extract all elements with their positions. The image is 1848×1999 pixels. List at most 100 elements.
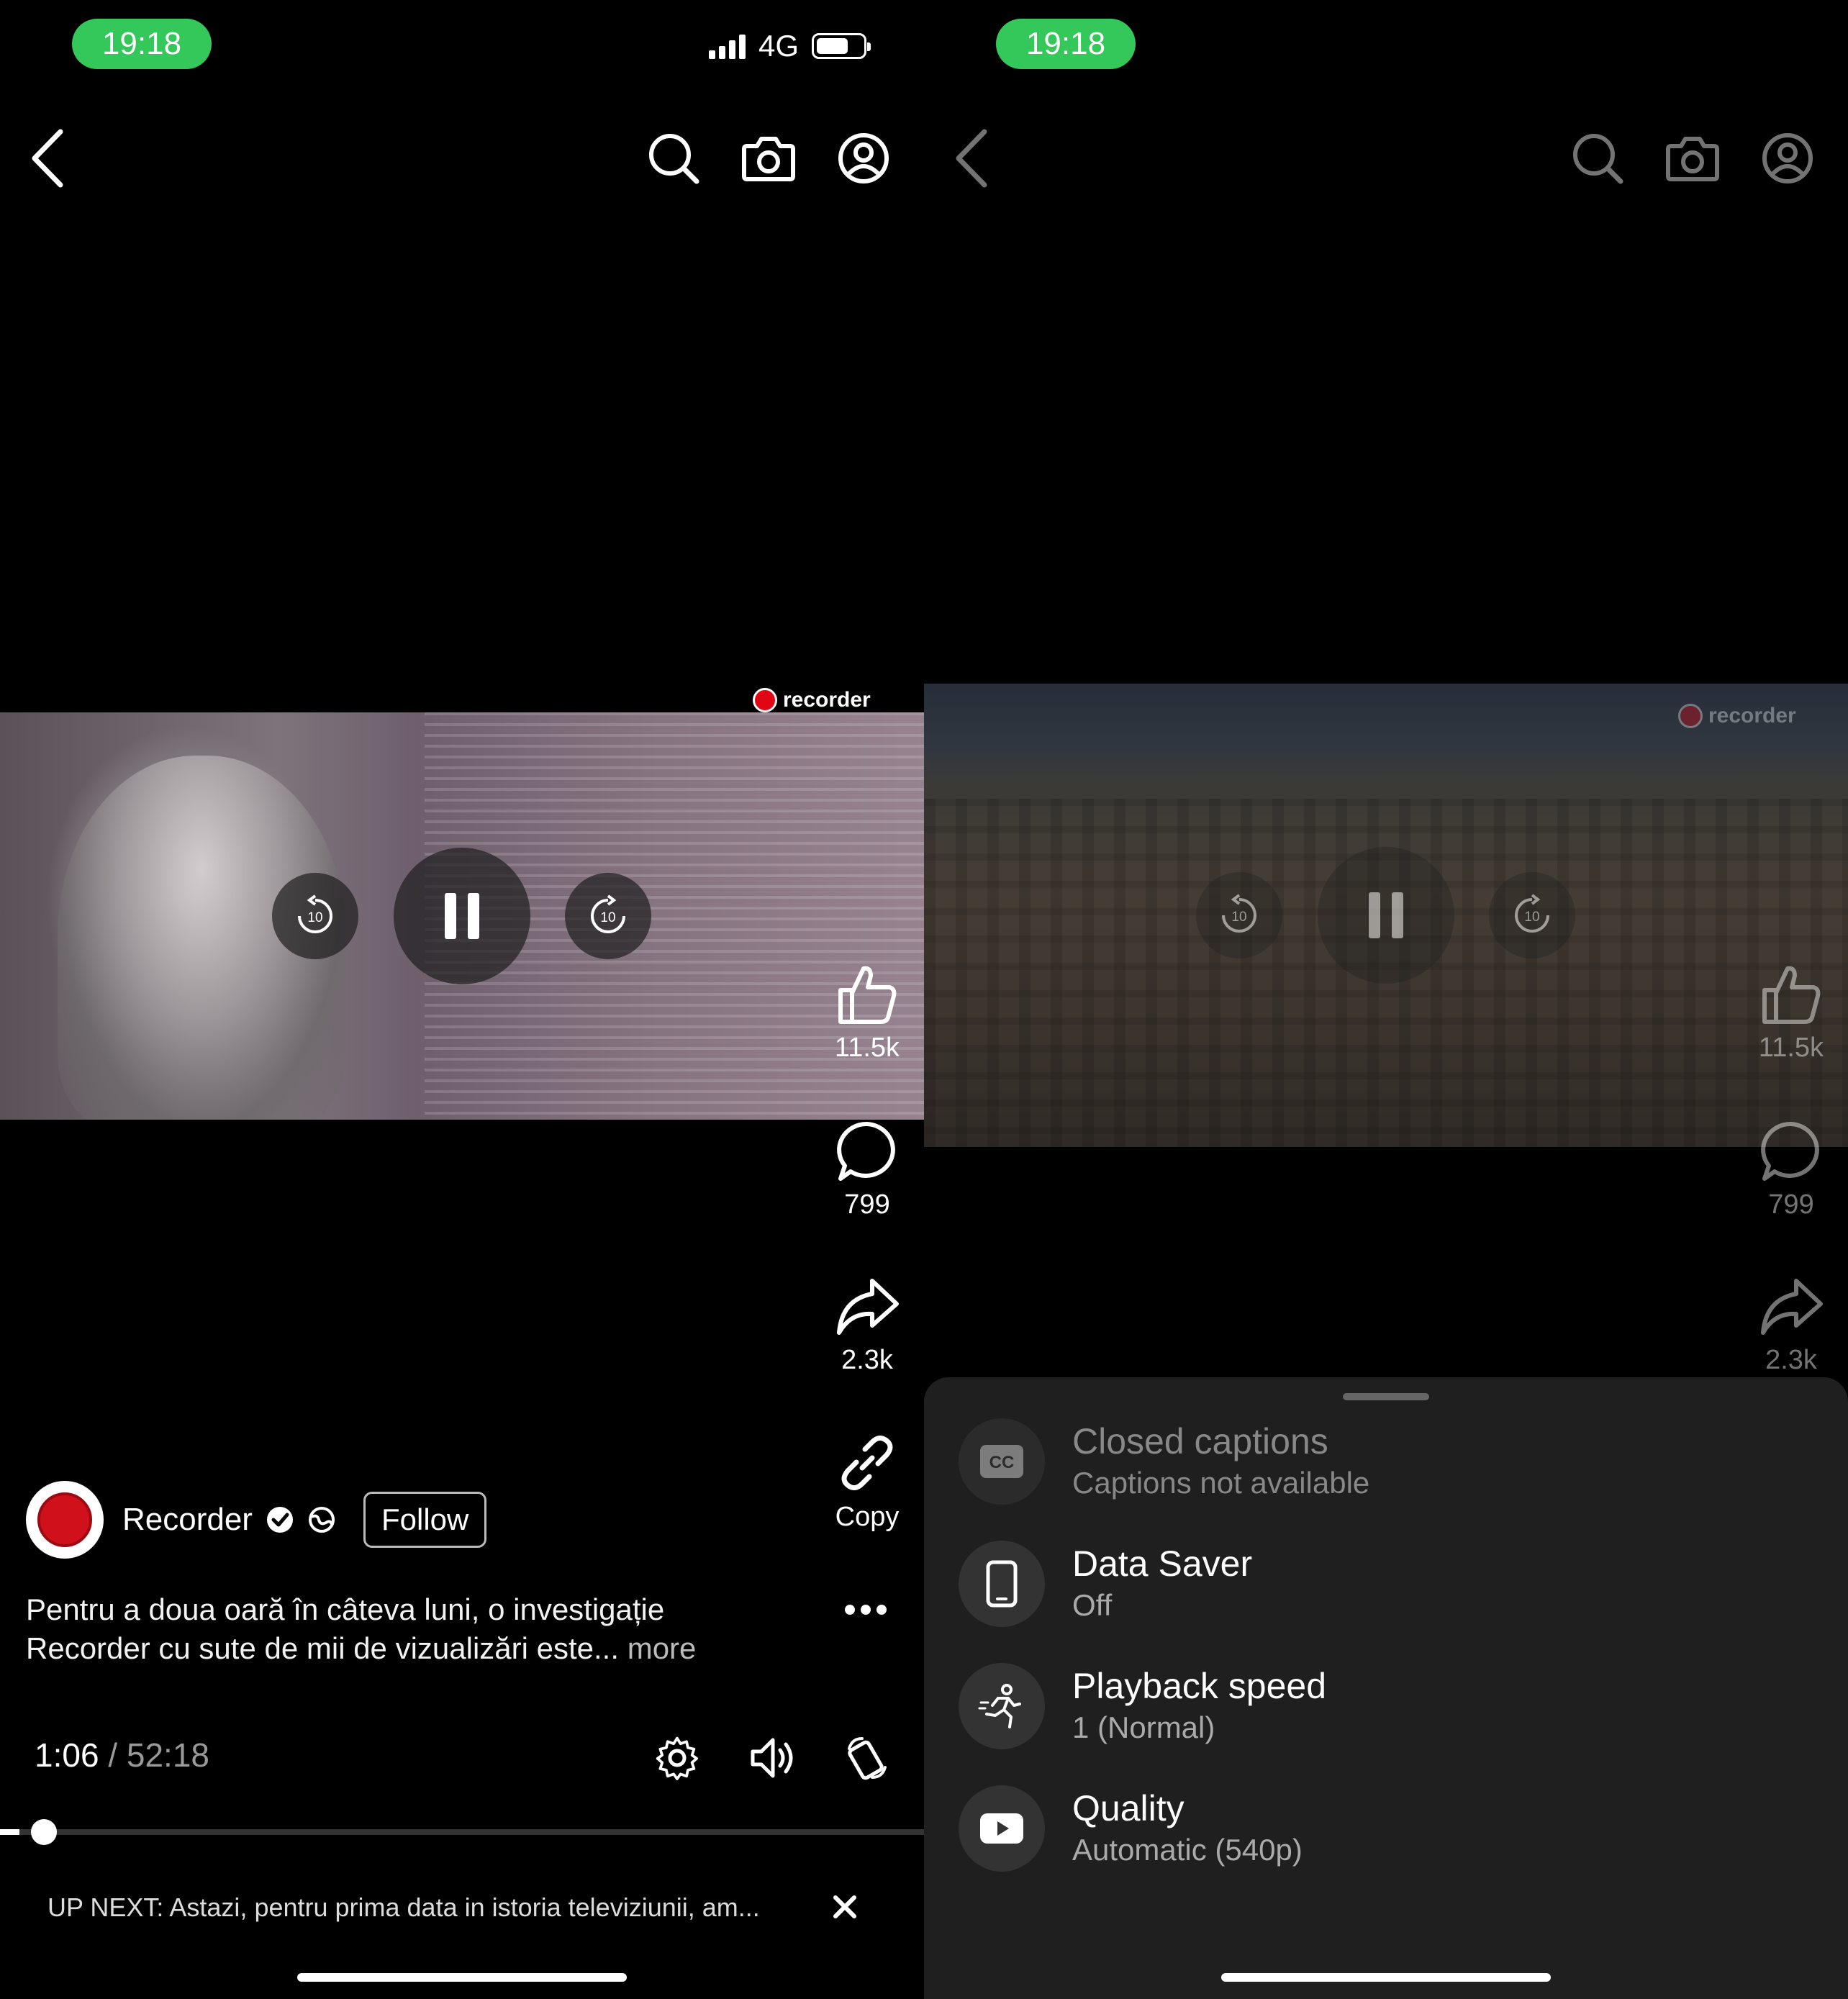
rotate-screen-icon — [848, 1737, 887, 1780]
duration: 52:18 — [126, 1736, 209, 1774]
pause-button[interactable] — [394, 848, 530, 984]
cc-icon: CC — [959, 1418, 1045, 1505]
like-button[interactable]: 11.5k — [1737, 961, 1845, 1064]
settings-button[interactable] — [645, 1726, 710, 1790]
thumbs-up-icon — [838, 966, 897, 1024]
rewind-10-button[interactable]: 10 — [1196, 872, 1282, 958]
signal-icon — [708, 33, 746, 59]
video-player[interactable]: 10 10 — [924, 684, 1848, 1147]
follow-button[interactable]: Follow — [363, 1492, 487, 1548]
youtube-play-icon — [959, 1785, 1045, 1872]
svg-text:CC: CC — [989, 1453, 1015, 1472]
search-button[interactable] — [1562, 122, 1634, 194]
forward-10-button[interactable]: 10 — [565, 873, 651, 959]
forward-10-icon: 10 — [1515, 894, 1549, 933]
speaker-icon — [751, 1738, 793, 1778]
data-saver-option[interactable]: Data Saver Off — [959, 1530, 1252, 1638]
recorder-logo-icon — [37, 1492, 92, 1547]
progress-handle[interactable] — [31, 1819, 57, 1845]
quality-option[interactable]: Quality Automatic (540p) — [959, 1774, 1303, 1882]
top-nav — [0, 122, 924, 194]
search-icon — [649, 134, 699, 184]
volume-button[interactable] — [741, 1726, 806, 1790]
share-icon — [837, 1279, 899, 1335]
battery-icon — [812, 33, 871, 59]
share-count: 2.3k — [841, 1345, 893, 1375]
account-button[interactable] — [828, 122, 900, 194]
playback-speed-option[interactable]: Playback speed 1 (Normal) — [959, 1652, 1326, 1760]
comment-button[interactable]: 799 — [813, 1118, 921, 1220]
description-line-1: Pentru a doua oară în câteva luni, o inv… — [26, 1592, 665, 1626]
forward-10-icon: 10 — [591, 894, 625, 933]
forward-seconds: 10 — [600, 910, 615, 925]
current-time: 1:06 — [35, 1736, 99, 1774]
progress-bar[interactable] — [0, 1819, 924, 1845]
video-description[interactable]: Pentru a doua oară în câteva luni, o inv… — [26, 1590, 803, 1668]
like-button[interactable]: 11.5k — [813, 961, 921, 1064]
home-indicator[interactable] — [1221, 1973, 1551, 1982]
close-icon — [833, 1895, 856, 1918]
settings-sheet: CC Closed captions Captions not availabl… — [924, 1377, 1848, 1999]
pause-button[interactable] — [1318, 847, 1454, 984]
up-next-close-button[interactable] — [825, 1887, 865, 1927]
copy-link-button[interactable]: Copy — [813, 1431, 921, 1533]
rewind-10-icon: 10 — [1222, 894, 1256, 933]
description-line-2: Recorder cu sute de mii de vizualizări e… — [26, 1631, 620, 1665]
forward-seconds: 10 — [1524, 910, 1539, 925]
status-time: 19:18 — [72, 19, 212, 69]
camera-button[interactable] — [733, 122, 805, 194]
search-button[interactable] — [638, 122, 710, 194]
recorder-logo-icon — [1678, 704, 1703, 728]
comment-count: 799 — [1768, 1189, 1814, 1220]
status-indicators: 4G — [708, 29, 871, 63]
account-button[interactable] — [1752, 122, 1824, 194]
back-button[interactable] — [936, 122, 1007, 194]
camera-button[interactable] — [1657, 122, 1729, 194]
comment-icon — [1761, 1121, 1819, 1181]
comment-icon — [837, 1121, 895, 1181]
right-screen: 19:18 10 10 recorder 11.5k 799 2.3k CC C… — [924, 0, 1848, 1999]
back-button[interactable] — [12, 122, 83, 194]
more-link[interactable]: more — [628, 1631, 697, 1665]
copy-label: Copy — [835, 1502, 900, 1532]
more-options-button[interactable] — [845, 1605, 887, 1615]
comment-count: 799 — [844, 1189, 890, 1220]
up-next-text[interactable]: UP NEXT: Astazi, pentru prima data in is… — [47, 1893, 760, 1923]
dot-icon — [845, 1605, 855, 1615]
forward-10-button[interactable]: 10 — [1489, 872, 1575, 958]
sheet-grabber[interactable] — [1343, 1393, 1429, 1400]
rotate-button[interactable] — [835, 1726, 900, 1790]
share-icon — [1761, 1279, 1823, 1335]
share-button[interactable]: 2.3k — [1737, 1274, 1845, 1376]
like-count: 11.5k — [834, 1033, 900, 1063]
rewind-10-button[interactable]: 10 — [272, 873, 358, 959]
share-count: 2.3k — [1765, 1345, 1817, 1375]
recorder-logo-icon — [753, 688, 777, 712]
watermark-text: recorder — [1708, 704, 1796, 727]
gear-icon — [656, 1736, 699, 1780]
chevron-left-icon — [32, 129, 63, 188]
phone-icon — [959, 1541, 1045, 1627]
running-figure-icon — [959, 1663, 1045, 1749]
progress-fill — [0, 1829, 19, 1835]
like-count: 11.5k — [1758, 1033, 1824, 1063]
option-subtitle: 1 (Normal) — [1072, 1710, 1215, 1744]
status-time: 19:18 — [996, 19, 1136, 69]
home-indicator[interactable] — [297, 1973, 627, 1982]
channel-name[interactable]: Recorder — [122, 1502, 253, 1538]
recorder-watermark: recorder — [1678, 704, 1796, 728]
camera-icon — [742, 137, 795, 181]
share-button[interactable]: 2.3k — [813, 1274, 921, 1376]
network-type: 4G — [758, 29, 799, 63]
video-player[interactable]: 10 10 — [0, 712, 924, 1120]
closed-captions-option[interactable]: CC Closed captions Captions not availabl… — [959, 1408, 1369, 1515]
comment-button[interactable]: 799 — [1737, 1118, 1845, 1220]
left-screen: 19:18 4G 10 10 recorder 11.5k 799 2.3k C… — [0, 0, 924, 1999]
watermark-text: recorder — [783, 688, 871, 712]
link-icon — [841, 1436, 893, 1490]
option-title: Data Saver — [1072, 1544, 1253, 1584]
option-title: Closed captions — [1072, 1421, 1328, 1461]
option-subtitle: Off — [1072, 1588, 1113, 1622]
channel-avatar[interactable] — [26, 1481, 104, 1559]
camera-icon — [1666, 137, 1719, 181]
